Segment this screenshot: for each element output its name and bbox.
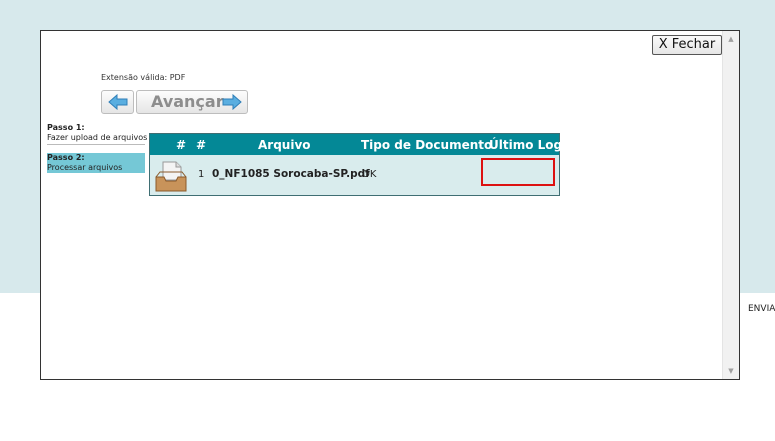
valid-extension-label: Extensão válida: PDF — [101, 73, 186, 82]
next-button[interactable]: Avançar — [136, 90, 248, 114]
column-header: # — [196, 138, 207, 152]
column-header: # — [176, 138, 187, 152]
arrow-left-icon — [108, 94, 128, 110]
close-button[interactable]: X Fechar — [652, 35, 722, 55]
files-table: # # Arquivo Tipo de Documento Último Log… — [149, 133, 563, 196]
upload-dialog: ▲ ▼ X Fechar Extensão válida: PDF Avança… — [40, 30, 740, 380]
column-header: Arquivo — [258, 138, 311, 152]
arrow-right-icon — [222, 94, 242, 110]
table-row[interactable]: 1 0_NF1085 Sorocaba-SP.pdf OK — [150, 155, 559, 195]
step-description: Fazer upload de arquivos — [47, 133, 148, 142]
step-upload[interactable]: Passo 1: Fazer upload de arquivos — [47, 123, 148, 145]
last-log-highlight — [481, 158, 555, 186]
table-header: # # Arquivo Tipo de Documento Último Log — [150, 134, 563, 155]
step-description: Processar arquivos — [47, 163, 123, 172]
column-header: Tipo de Documento — [361, 138, 493, 152]
document-type: OK — [362, 169, 377, 180]
step-process[interactable]: Passo 2: Processar arquivos — [47, 153, 145, 173]
background-partial-text: ENVIA — [748, 304, 775, 314]
vertical-scrollbar[interactable]: ▲ ▼ — [722, 31, 739, 379]
scroll-down-icon[interactable]: ▼ — [723, 367, 739, 375]
document-tray-icon — [155, 161, 187, 192]
column-header: Último Log — [489, 138, 563, 152]
scroll-up-icon[interactable]: ▲ — [723, 35, 739, 43]
step-title: Passo 1: — [47, 123, 85, 132]
next-button-label: Avançar — [151, 92, 224, 111]
row-index: 1 — [198, 169, 205, 180]
file-name: 0_NF1085 Sorocaba-SP.pdf — [212, 168, 370, 180]
back-button[interactable] — [101, 90, 134, 114]
step-title: Passo 2: — [47, 153, 85, 162]
